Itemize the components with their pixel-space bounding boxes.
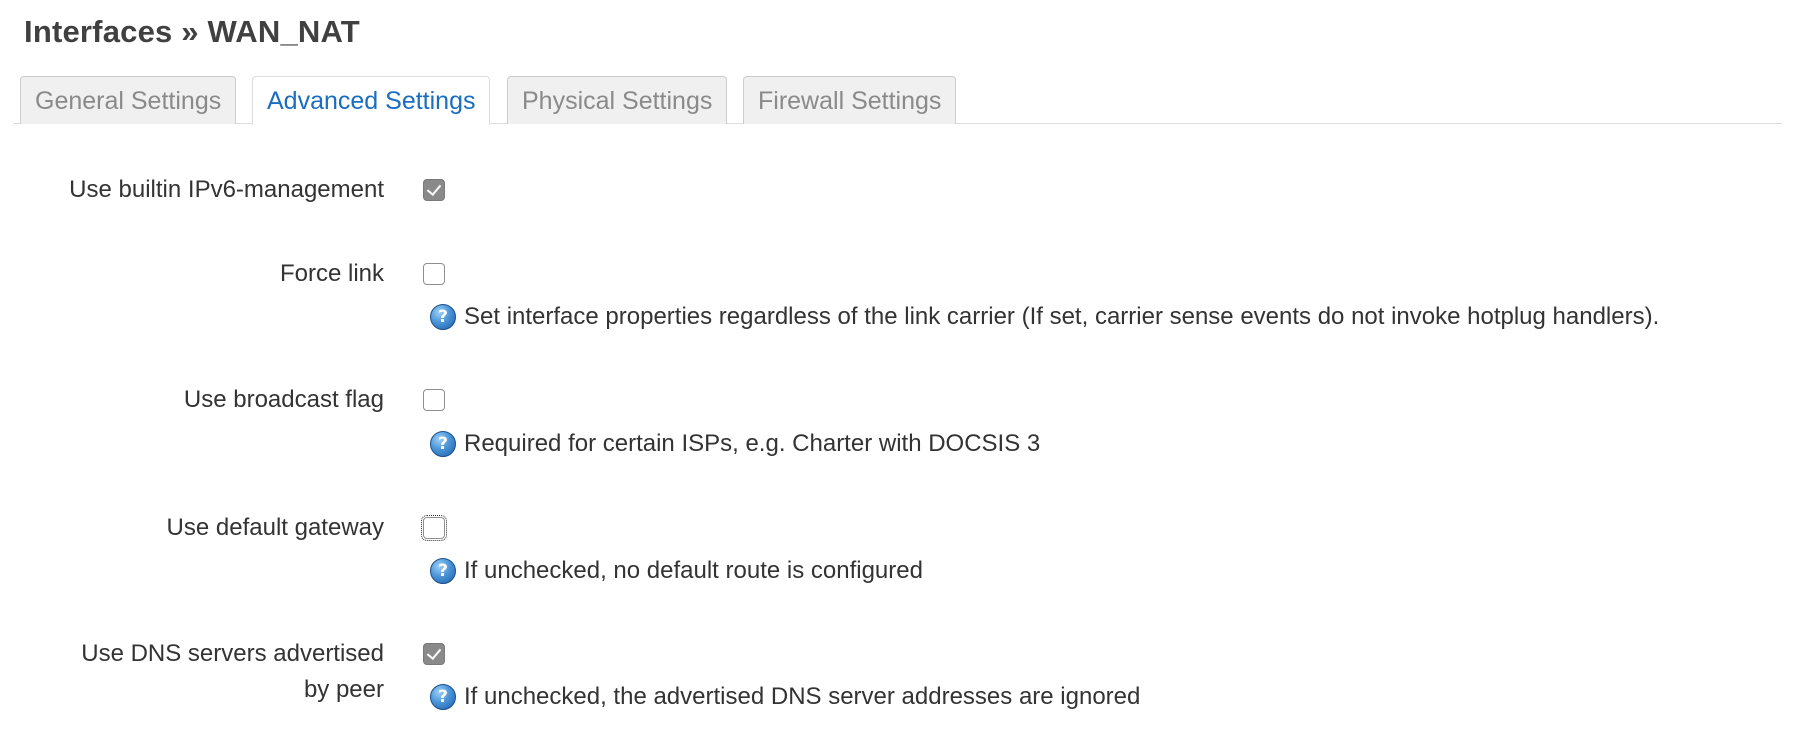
default-gateway-label: Use default gateway: [166, 514, 384, 541]
scrollbar[interactable]: [1792, 0, 1802, 740]
peer-dns-label-line2: by peer: [303, 676, 384, 703]
help-icon: ?: [430, 304, 456, 330]
peer-dns-hint: ? If unchecked, the advertised DNS serve…: [430, 679, 1140, 715]
ipv6-management-checkbox[interactable]: [423, 179, 445, 201]
tab-general-settings[interactable]: General Settings: [20, 76, 237, 124]
peer-dns-hint-text: If unchecked, the advertised DNS server …: [464, 683, 1141, 710]
force-link-label: Force link: [279, 260, 384, 287]
help-icon: ?: [430, 558, 456, 584]
force-link-checkbox[interactable]: [423, 263, 445, 285]
default-gateway-checkbox[interactable]: [421, 515, 447, 541]
tab-physical-settings[interactable]: Physical Settings: [507, 76, 728, 124]
page-title: Interfaces » WAN_NAT: [24, 14, 360, 49]
broadcast-flag-hint: ? Required for certain ISPs, e.g. Charte…: [430, 426, 1040, 462]
ipv6-management-label: Use builtin IPv6-management: [69, 176, 384, 203]
force-link-hint: ? Set interface properties regardless of…: [430, 299, 1659, 335]
tab-firewall-settings[interactable]: Firewall Settings: [743, 76, 957, 124]
peer-dns-label-line1: Use DNS servers advertised: [81, 640, 384, 667]
help-icon: ?: [430, 431, 456, 457]
tab-advanced-settings[interactable]: Advanced Settings: [252, 76, 491, 125]
page: Interfaces » WAN_NAT General Settings Ad…: [0, 0, 1802, 740]
broadcast-flag-checkbox[interactable]: [423, 389, 445, 411]
peer-dns-checkbox[interactable]: [423, 643, 445, 665]
default-gateway-hint: ? If unchecked, no default route is conf…: [430, 553, 923, 589]
force-link-hint-text: Set interface properties regardless of t…: [464, 303, 1660, 330]
broadcast-flag-hint-text: Required for certain ISPs, e.g. Charter …: [464, 430, 1041, 457]
default-gateway-hint-text: If unchecked, no default route is config…: [464, 557, 923, 584]
help-icon: ?: [430, 684, 456, 710]
tab-bar: General Settings Advanced Settings Physi…: [14, 76, 1782, 125]
broadcast-flag-label: Use broadcast flag: [183, 386, 384, 413]
